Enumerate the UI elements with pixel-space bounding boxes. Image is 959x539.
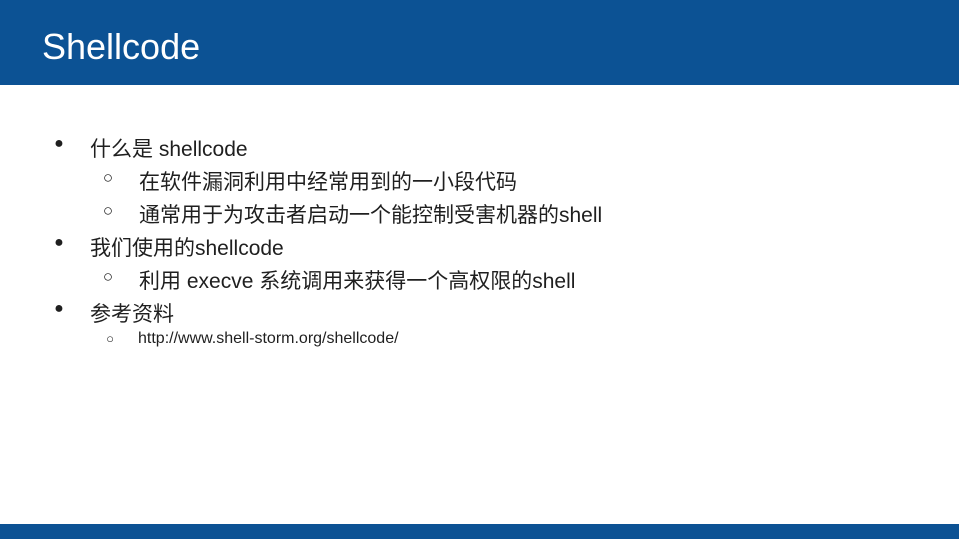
footer-bar [0, 524, 959, 539]
bullet-list: ● 什么是 shellcode ○ 在软件漏洞利用中经常用到的一小段代码 ○ 通… [0, 0, 959, 539]
bullet-hollow-icon: ○ [102, 267, 114, 286]
bullet-hollow-icon: ○ [102, 168, 114, 187]
bullet-filled-icon: ● [54, 300, 64, 317]
list-item-text: 在软件漏洞利用中经常用到的一小段代码 [139, 171, 517, 194]
bullet-hollow-icon: ○ [106, 331, 114, 346]
list-item-text: 什么是 shellcode [90, 138, 248, 161]
bullet-hollow-icon: ○ [102, 201, 114, 220]
reference-link[interactable]: http://www.shell-storm.org/shellcode/ [138, 330, 399, 348]
bullet-filled-icon: ● [54, 135, 64, 152]
bullet-filled-icon: ● [54, 234, 64, 251]
list-item-text: 通常用于为攻击者启动一个能控制受害机器的shell [139, 204, 603, 227]
list-item-text: 我们使用的shellcode [90, 237, 284, 260]
list-item-text: 参考资料 [90, 303, 174, 326]
list-item-text: 利用 execve 系统调用来获得一个高权限的shell [139, 270, 576, 293]
